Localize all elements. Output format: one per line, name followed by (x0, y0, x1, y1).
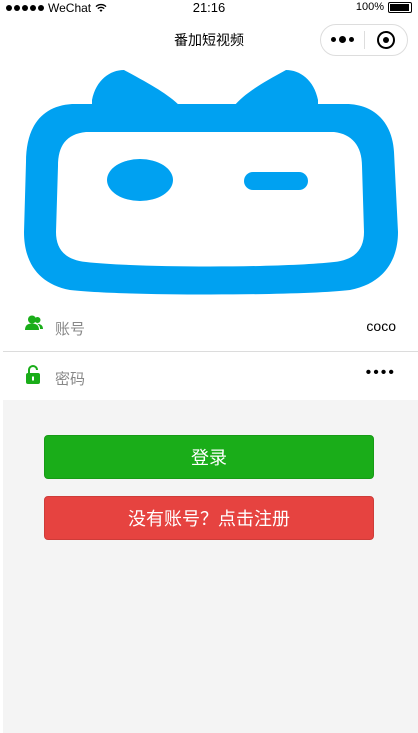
lock-icon (25, 364, 41, 390)
battery-percent: 100% (355, 1, 384, 13)
close-miniprogram-icon[interactable] (365, 31, 407, 49)
more-menu-icon[interactable] (321, 36, 364, 43)
bilibili-tv-logo-icon (24, 70, 398, 295)
username-label: 账号 (55, 321, 86, 338)
user-icon (25, 315, 43, 336)
battery-icon (388, 1, 412, 13)
password-input[interactable]: •••• (366, 364, 396, 382)
login-button[interactable]: 登录 (44, 435, 374, 479)
password-row[interactable]: 密码 •••• (3, 352, 418, 400)
logo-area (0, 62, 418, 302)
battery-status: 100% (356, 1, 412, 13)
username-row[interactable]: 账号 coco (3, 302, 418, 352)
login-form: 账号 coco 密码 •••• (3, 302, 418, 400)
status-bar: WeChat 21:16 100% (0, 0, 418, 18)
password-label: 密码 (55, 371, 86, 388)
register-button[interactable]: 没有账号？点击注册 (44, 496, 374, 540)
username-input[interactable]: coco (366, 318, 396, 334)
miniprogram-capsule (320, 24, 408, 56)
navigation-bar: 番加短视频 (0, 18, 418, 62)
